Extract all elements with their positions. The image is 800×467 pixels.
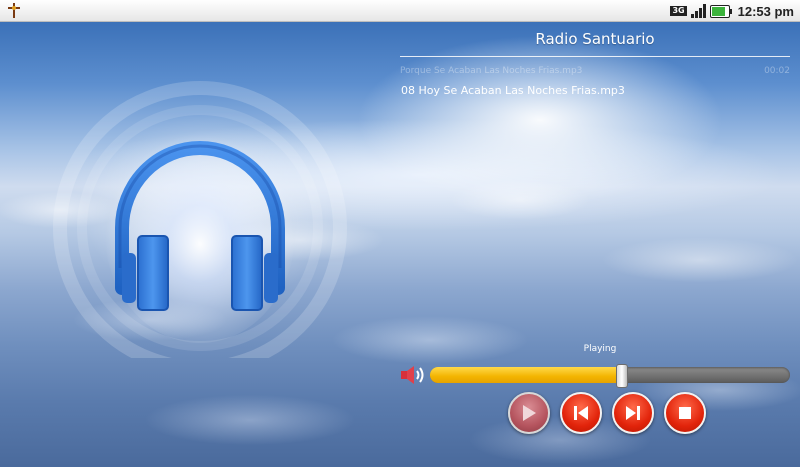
play-button[interactable]: [508, 392, 550, 434]
seek-thumb[interactable]: [615, 364, 628, 388]
previous-track-name: Porque Se Acaban Las Noches Frias.mp3: [400, 66, 583, 76]
network-type-badge: 3G: [670, 6, 687, 16]
status-bar: 3G 12:53 pm: [0, 0, 800, 22]
play-icon: [523, 405, 536, 421]
title-divider: [400, 56, 790, 57]
current-track-name[interactable]: 08 Hoy Se Acaban Las Noches Frias.mp3: [401, 84, 625, 97]
stop-icon: [679, 407, 691, 419]
app-cross-icon: [6, 2, 22, 19]
previous-button[interactable]: [560, 392, 602, 434]
skip-next-icon: [626, 406, 640, 420]
previous-track-time: 00:02: [764, 66, 790, 76]
playback-controls: [508, 392, 706, 434]
headphones-icon: [50, 78, 350, 375]
battery-icon: [709, 4, 732, 18]
next-button[interactable]: [612, 392, 654, 434]
playback-status: Playing: [583, 344, 617, 354]
seek-bar[interactable]: [430, 364, 790, 388]
signal-icon: [690, 4, 706, 18]
speaker-icon[interactable]: [398, 364, 428, 386]
skip-previous-icon: [574, 406, 588, 420]
station-title: Radio Santuario: [535, 30, 655, 48]
clock: 12:53 pm: [737, 3, 794, 19]
seek-progress-fill: [430, 367, 621, 383]
stop-button[interactable]: [664, 392, 706, 434]
